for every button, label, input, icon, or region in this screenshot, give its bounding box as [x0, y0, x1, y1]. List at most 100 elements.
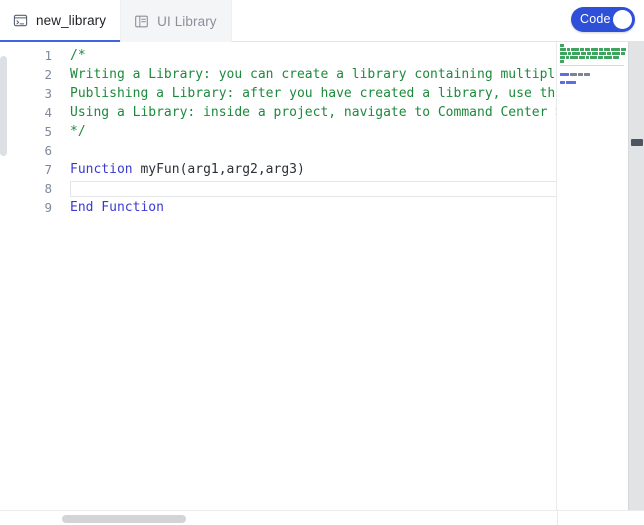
minimap-segment	[566, 56, 569, 59]
active-line-indicator	[70, 181, 556, 197]
minimap-segment	[604, 56, 612, 59]
minimap-segment	[586, 56, 589, 59]
editor-area: 1 /* 2 Writing a Library: you can create a …	[0, 42, 644, 525]
token-comment: Publishing a Library: after you have cre…	[70, 86, 557, 101]
minimap-divider	[560, 65, 624, 66]
minimap-segment	[560, 73, 569, 76]
minimap-segment	[584, 73, 590, 76]
line-number: 3	[44, 86, 52, 101]
code-surface[interactable]: 1 /* 2 Writing a Library: you can create a …	[0, 42, 557, 510]
minimap-segment	[568, 52, 571, 55]
minimap-segment	[587, 52, 591, 55]
code-line[interactable]: 1 /*	[0, 46, 556, 65]
code-line[interactable]: 4 Using a Library: inside a project, navi…	[0, 103, 557, 122]
code-text: /*	[70, 46, 86, 65]
minimap-row	[560, 81, 626, 84]
minimap-segment	[567, 48, 570, 51]
minimap-segment	[621, 52, 625, 55]
code-toggle-label: Code	[580, 12, 611, 27]
minimap-segment	[580, 48, 584, 51]
minimap-segment	[591, 48, 598, 51]
minimap-row	[560, 60, 626, 63]
minimap-row	[560, 48, 626, 51]
code-line[interactable]: 2 Writing a Library: you can create a lib…	[0, 65, 557, 84]
minimap-segment	[585, 48, 590, 51]
toggle-knob[interactable]	[613, 10, 632, 29]
vertical-scrollbar-thumb[interactable]	[631, 139, 643, 146]
line-number: 4	[44, 105, 52, 120]
code-line[interactable]: 9 End Function	[0, 198, 556, 217]
code-line[interactable]: 3 Publishing a Library: after you have cr…	[0, 84, 557, 103]
code-mode-toggle[interactable]: Code	[571, 7, 635, 32]
code-text: */	[70, 122, 86, 141]
minimap-segment	[598, 56, 603, 59]
horizontal-scrollbar[interactable]	[0, 510, 644, 525]
minimap-row	[560, 69, 626, 72]
line-number: 9	[44, 200, 52, 215]
minimap-segment	[570, 73, 577, 76]
code-editor-window: new_library UI Library Code 1 /* 2 Writing …	[0, 0, 644, 525]
minimap-row	[560, 77, 626, 80]
code-text: Using a Library: inside a project, navig…	[70, 103, 557, 122]
minimap-segment	[560, 60, 564, 63]
line-number: 6	[44, 143, 52, 158]
code-line[interactable]: 5 */	[0, 122, 556, 141]
line-number: 2	[44, 67, 52, 82]
code-minimap[interactable]	[557, 42, 628, 510]
minimap-segment	[578, 73, 583, 76]
code-lines: 1 /* 2 Writing a Library: you can create a …	[0, 46, 557, 217]
minimap-segment	[566, 81, 576, 84]
minimap-segment	[571, 48, 579, 51]
tab-bar: new_library UI Library	[0, 0, 644, 42]
minimap-segment	[590, 56, 597, 59]
minimap-segment	[592, 52, 598, 55]
panel-layout-icon	[134, 14, 149, 29]
code-line[interactable]: 6	[0, 141, 556, 160]
minimap-segment	[560, 56, 565, 59]
minimap-row	[560, 56, 626, 59]
token-plain: myFun(arg1,arg2,arg3)	[140, 162, 305, 177]
minimap-segment	[560, 44, 564, 47]
tab-new-library[interactable]: new_library	[0, 0, 121, 42]
minimap-row	[560, 52, 626, 55]
code-line[interactable]: 8	[0, 179, 556, 198]
minimap-segment	[579, 56, 585, 59]
horizontal-scrollbar-thumb[interactable]	[62, 515, 186, 523]
vertical-scrollbar[interactable]	[628, 42, 644, 510]
minimap-segment	[560, 81, 565, 84]
code-text: Function myFun(arg1,arg2,arg3)	[70, 160, 305, 179]
minimap-segment	[611, 48, 620, 51]
scrollbar-divider	[557, 511, 558, 525]
line-number: 8	[44, 181, 52, 196]
minimap-segment	[560, 52, 567, 55]
minimap-segment	[599, 48, 603, 51]
minimap-segment	[560, 48, 566, 51]
minimap-segment	[613, 56, 619, 59]
line-number: 1	[44, 48, 52, 63]
code-text: Writing a Library: you can create a libr…	[70, 65, 557, 84]
token-keyword: End Function	[70, 200, 164, 215]
minimap-segment	[604, 48, 610, 51]
gutter-scrollbar[interactable]	[0, 42, 7, 510]
tab-label: new_library	[36, 12, 107, 28]
token-comment: */	[70, 124, 86, 139]
line-number: 7	[44, 162, 52, 177]
tab-label: UI Library	[157, 13, 217, 29]
token-comment: Writing a Library: you can create a libr…	[70, 67, 557, 82]
tab-ui-library[interactable]: UI Library	[120, 0, 232, 42]
token-comment: Using a Library: inside a project, navig…	[70, 105, 557, 120]
code-text: Publishing a Library: after you have cre…	[70, 84, 557, 103]
minimap-segment	[607, 52, 611, 55]
minimap-segment	[621, 48, 626, 51]
minimap-segment	[572, 52, 580, 55]
minimap-segment	[570, 56, 578, 59]
minimap-row	[560, 44, 626, 47]
token-comment: /*	[70, 48, 86, 63]
console-window-icon	[13, 13, 28, 28]
minimap-segment	[599, 52, 606, 55]
code-line[interactable]: 7 Function myFun(arg1,arg2,arg3)	[0, 160, 556, 179]
token-keyword: Function	[70, 162, 141, 177]
gutter-scrollbar-thumb[interactable]	[0, 56, 7, 156]
line-number: 5	[44, 124, 52, 139]
minimap-segment	[581, 52, 586, 55]
